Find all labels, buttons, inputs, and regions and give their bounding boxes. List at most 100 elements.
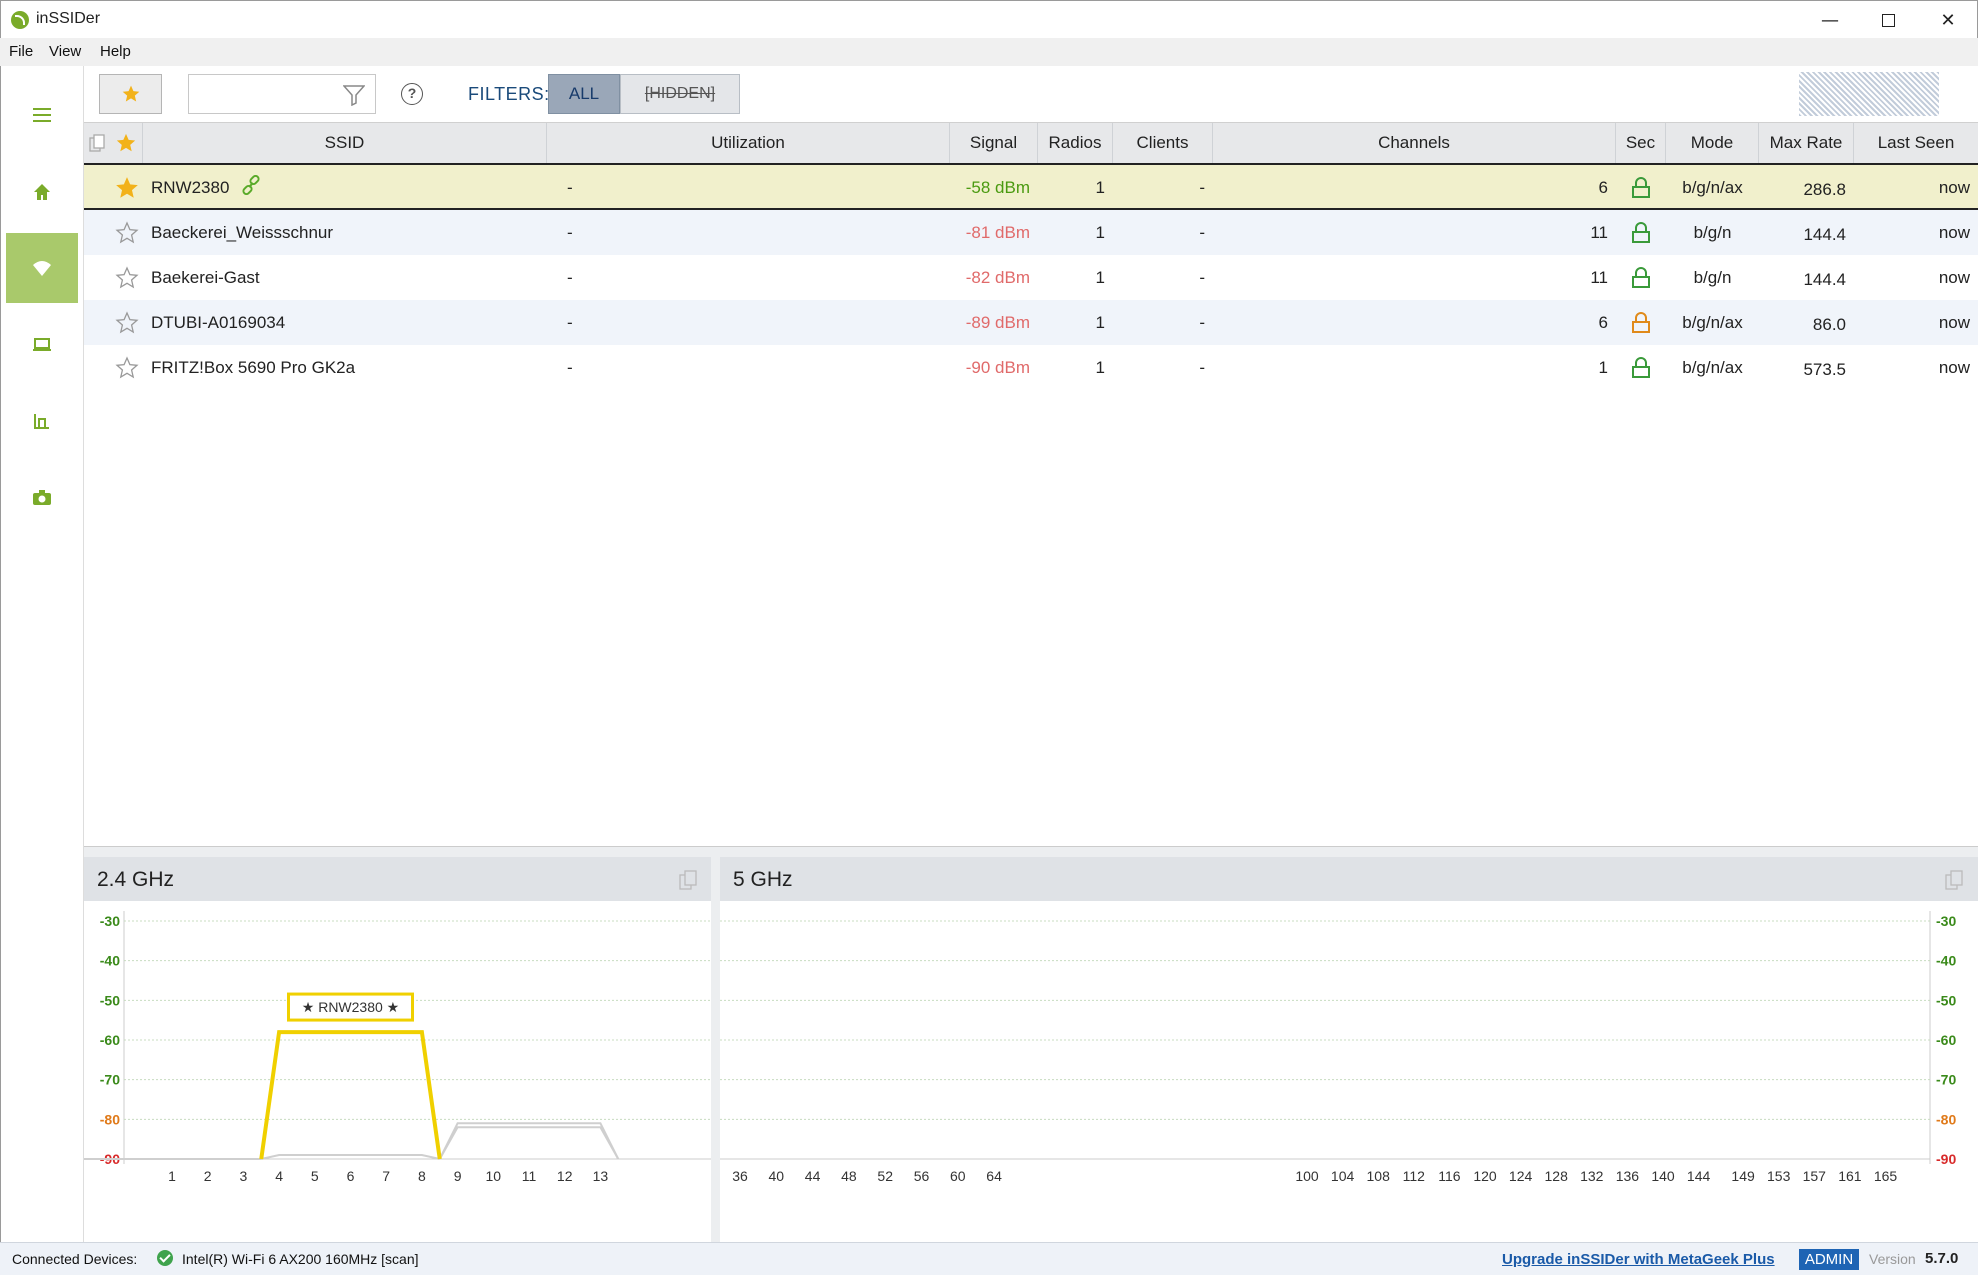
last-seen-text: now [1938, 177, 1970, 197]
filter-all-button[interactable]: ALL [548, 74, 620, 114]
cell-channels: 11 [1213, 255, 1616, 300]
column-sec[interactable]: Sec [1616, 123, 1666, 163]
x-tick-label: 6 [347, 1168, 355, 1184]
sidebar-item-menu[interactable] [6, 80, 78, 150]
favorite-star-icon[interactable] [110, 210, 143, 255]
x-tick-label: 8 [418, 1168, 426, 1184]
favorite-column-header[interactable] [110, 123, 143, 163]
clients-text: - [1199, 357, 1205, 377]
signal-curve [438, 1122, 620, 1160]
clients-text: - [1199, 222, 1205, 242]
version-label: Version [1869, 1251, 1916, 1267]
y-tick-label: -60 [1936, 1032, 1956, 1048]
x-tick-label: 60 [950, 1168, 966, 1184]
filter-icon[interactable] [343, 84, 365, 106]
column-max-rate[interactable]: Max Rate [1759, 123, 1854, 163]
graph-panel-24ghz: 2.4 GHz -30 -40 -50 -60 -70 -80 -90 1 2 3 4 5 6 7 8 9 10… [84, 857, 711, 1243]
maximize-icon [1881, 13, 1895, 27]
menu-file[interactable]: File [9, 43, 33, 60]
column-mode[interactable]: Mode [1666, 123, 1759, 163]
y-tick-label: -40 [100, 953, 120, 969]
x-tick-label: 44 [805, 1168, 821, 1184]
x-tick-label: 11 [522, 1168, 537, 1184]
last-seen-text: now [1938, 312, 1970, 332]
sidebar-item-snapshot[interactable] [6, 463, 78, 533]
table-row[interactable]: Baekerei-Gast - -82 dBm 1 - 11 b/g/n 144.4 now [84, 255, 1978, 300]
graph-header-5ghz: 5 GHz [720, 857, 1978, 901]
radios-text: 1 [1095, 222, 1105, 242]
app-logo-icon [11, 11, 29, 29]
table-row[interactable]: DTUBI-A0169034 - -89 dBm 1 - 6 b/g/n/ax 86.0 now [84, 300, 1978, 345]
utilization-text: - [567, 222, 573, 242]
search-input[interactable] [195, 75, 335, 111]
minimize-button[interactable]: — [1801, 1, 1859, 39]
radios-text: 1 [1095, 312, 1105, 332]
y-tick-label: -80 [100, 1111, 120, 1127]
clients-text: - [1199, 267, 1205, 287]
favorite-star-icon[interactable] [110, 255, 143, 300]
cell-signal: -58 dBm [950, 165, 1038, 210]
x-tick-label: 52 [877, 1168, 893, 1184]
filter-hidden-button[interactable]: [HIDDEN] [620, 74, 740, 114]
maximize-button[interactable] [1859, 1, 1917, 39]
x-tick-label: 48 [841, 1168, 857, 1184]
column-clients[interactable]: Clients [1113, 123, 1213, 163]
favorite-star-icon[interactable] [110, 165, 143, 210]
clients-text: - [1199, 312, 1205, 332]
copy-table-button[interactable] [84, 123, 110, 163]
utilization-text: - [567, 267, 573, 287]
x-tick-label: 165 [1874, 1168, 1898, 1184]
table-row[interactable]: FRITZ!Box 5690 Pro GK2a - -90 dBm 1 - 1 b/g/n/… [84, 345, 1978, 390]
graph-title-24ghz: 2.4 GHz [97, 868, 175, 891]
y-tick-label: -90 [1936, 1151, 1956, 1167]
radios-text: 1 [1095, 357, 1105, 377]
cell-last-seen: now [1854, 255, 1978, 300]
cell-last-seen: now [1854, 210, 1978, 255]
max-rate-text: 144.4 [1803, 269, 1846, 289]
title-bar: inSSIDer — ✕ [0, 0, 1978, 38]
mode-text: b/g/n/ax [1682, 312, 1743, 332]
x-tick-label: 108 [1367, 1168, 1391, 1184]
last-seen-text: now [1938, 357, 1970, 377]
menu-help[interactable]: Help [100, 43, 131, 60]
column-channels[interactable]: Channels [1213, 123, 1616, 163]
graph-header-24ghz: 2.4 GHz [84, 857, 711, 901]
star-icon [122, 85, 139, 102]
favorite-star-icon[interactable] [110, 345, 143, 390]
graphs-area: 2.4 GHz -30 -40 -50 -60 -70 -80 -90 1 2 3 4 5 6 7 8 9 10… [84, 846, 1978, 1243]
signal-curve [261, 1154, 440, 1160]
sidebar-item-devices[interactable] [6, 310, 78, 380]
ssid-text: Baekerei-Gast [151, 267, 260, 287]
sidebar-item-home[interactable] [6, 157, 78, 227]
sidebar-item-channels[interactable] [6, 386, 78, 456]
column-utilization[interactable]: Utilization [547, 123, 950, 163]
copy-icon[interactable] [679, 870, 697, 890]
channels-text: 6 [1598, 177, 1608, 197]
help-icon[interactable]: ? [401, 83, 423, 105]
table-row[interactable]: RNW2380 - -58 dBm 1 - 6 b/g/n/ax 286.8 now [84, 165, 1978, 210]
favorite-star-icon[interactable] [110, 300, 143, 345]
column-signal[interactable]: Signal [950, 123, 1038, 163]
max-rate-text: 573.5 [1803, 359, 1846, 379]
cell-clients: - [1113, 300, 1213, 345]
copy-icon[interactable] [1945, 870, 1963, 890]
cell-max-rate: 573.5 [1759, 347, 1854, 392]
y-tick-label: -70 [100, 1072, 120, 1088]
column-ssid[interactable]: SSID [143, 123, 547, 163]
cell-mode: b/g/n/ax [1666, 300, 1759, 345]
x-tick-label: 116 [1438, 1168, 1461, 1184]
column-last-seen[interactable]: Last Seen [1854, 123, 1978, 163]
close-button[interactable]: ✕ [1919, 1, 1977, 39]
column-radios[interactable]: Radios [1038, 123, 1113, 163]
connected-device-name[interactable]: Intel(R) Wi-Fi 6 AX200 160MHz [scan] [182, 1251, 419, 1267]
favorites-filter-button[interactable] [99, 74, 162, 114]
admin-badge: ADMIN [1799, 1249, 1859, 1270]
channel-graph-icon [34, 414, 49, 429]
menu-view[interactable]: View [49, 43, 81, 60]
table-row[interactable]: Baeckerei_Weissschnur - -81 dBm 1 - 11 b/g/n 14… [84, 210, 1978, 255]
cell-radios: 1 [1038, 345, 1113, 390]
sidebar-item-networks[interactable] [6, 233, 78, 303]
copy-icon [89, 134, 105, 152]
upgrade-link[interactable]: Upgrade inSSIDer with MetaGeek Plus [1502, 1251, 1775, 1268]
cell-utilization: - [567, 300, 947, 345]
